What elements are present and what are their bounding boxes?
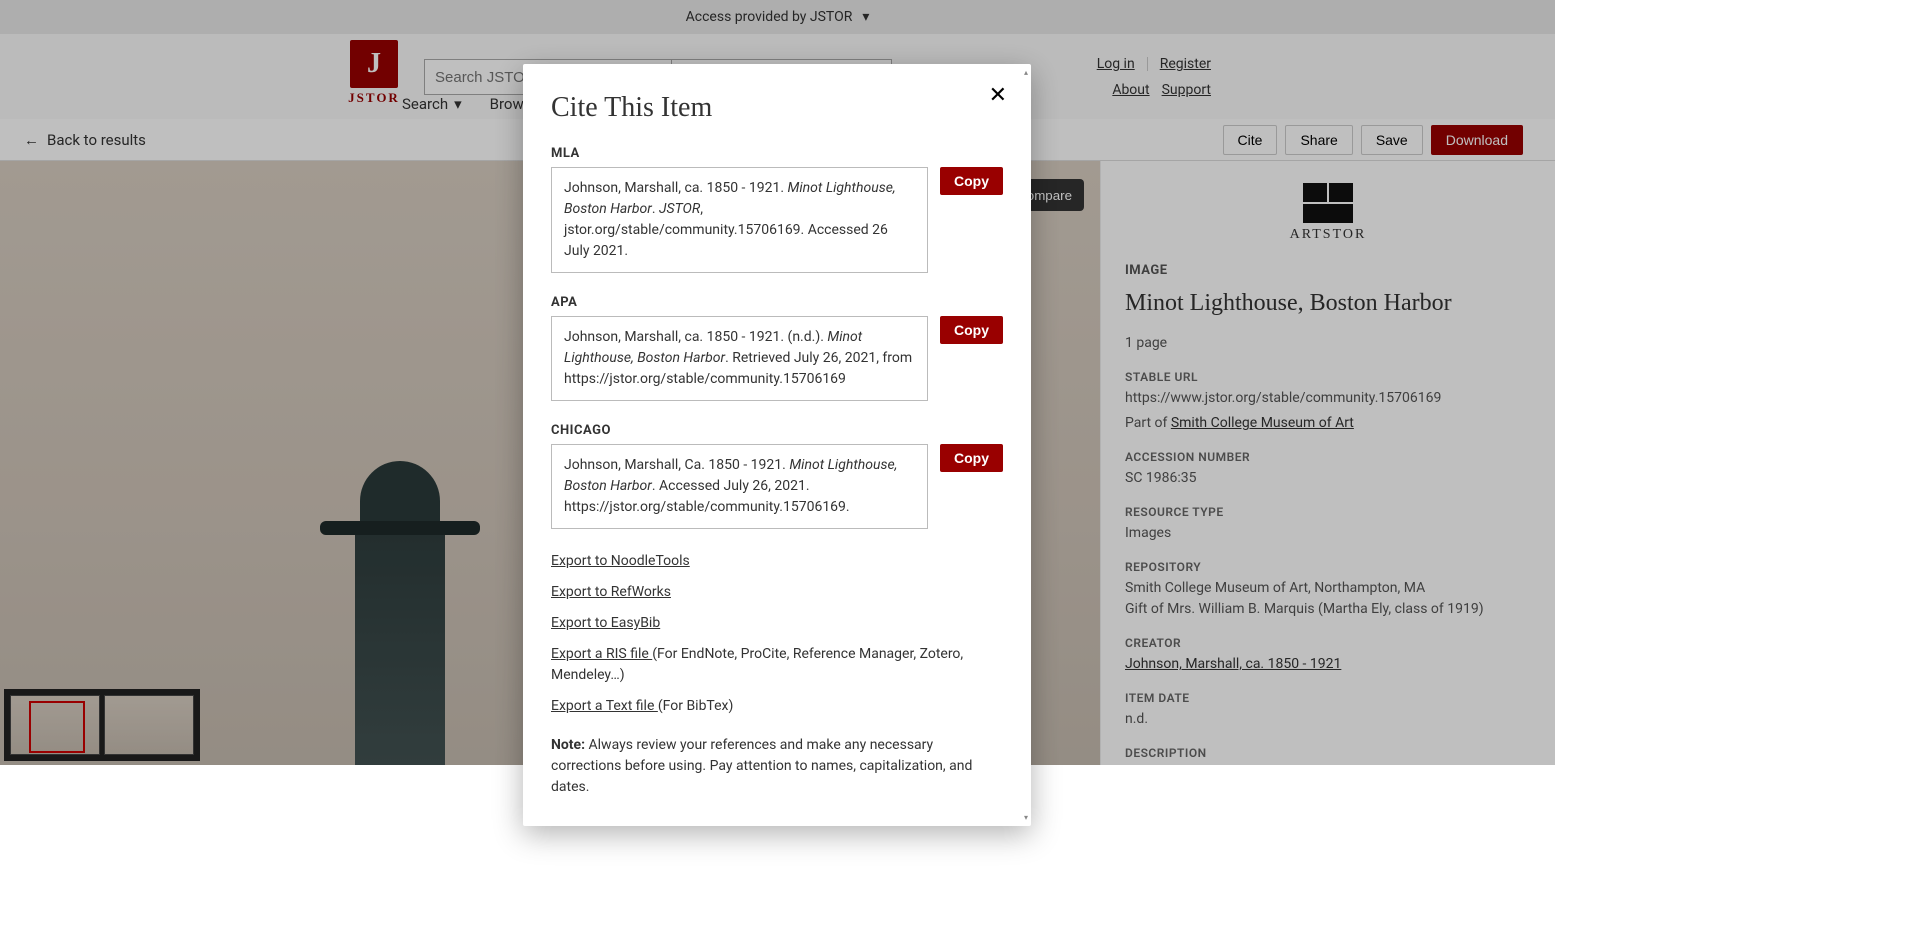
- artstor-logo[interactable]: ARTSTOR: [1278, 183, 1378, 243]
- chevron-down-icon: ▾: [862, 9, 869, 25]
- note-label: Note:: [551, 737, 589, 753]
- description-label: DESCRIPTION: [1125, 746, 1531, 760]
- copy-apa-button[interactable]: Copy: [940, 316, 1003, 344]
- cite-button[interactable]: Cite: [1223, 125, 1278, 155]
- chicago-citation[interactable]: Johnson, Marshall, Ca. 1850 - 1921. Mino…: [551, 444, 928, 529]
- mla-citation[interactable]: Johnson, Marshall, ca. 1850 - 1921. Mino…: [551, 167, 928, 273]
- export-easybib[interactable]: Export to EasyBib: [551, 615, 660, 631]
- note-text: Always review your references and make a…: [551, 737, 972, 795]
- nav-search-label: Search: [402, 95, 448, 113]
- thumbnail-strip: [4, 689, 200, 761]
- arrow-left-icon: ←: [24, 131, 39, 149]
- chicago-author: Johnson, Marshall, Ca. 1850 - 1921.: [564, 457, 789, 473]
- part-of-prefix: Part of: [1125, 415, 1171, 431]
- chicago-label: CHICAGO: [551, 423, 1003, 438]
- export-ris[interactable]: Export a RIS file: [551, 646, 652, 662]
- item-title: Minot Lighthouse, Boston Harbor: [1125, 288, 1531, 319]
- logo-glyph: J: [350, 40, 398, 88]
- artwork-image: [320, 461, 480, 765]
- metadata-sidebar: ARTSTOR IMAGE Minot Lighthouse, Boston H…: [1100, 161, 1555, 765]
- thumbnail-2[interactable]: [104, 695, 194, 755]
- copy-mla-button[interactable]: Copy: [940, 167, 1003, 195]
- item-date-value: n.d.: [1125, 709, 1531, 730]
- mla-author: Johnson, Marshall, ca. 1850 - 1921.: [564, 180, 788, 196]
- artstor-grid-icon: [1303, 183, 1353, 223]
- scroll-down-icon: ▾: [1024, 813, 1028, 822]
- citation-note: Note: Always review your references and …: [551, 735, 1003, 798]
- cite-chicago: CHICAGO Johnson, Marshall, Ca. 1850 - 19…: [551, 423, 1003, 529]
- chevron-down-icon: ▾: [454, 95, 462, 113]
- mla-label: MLA: [551, 146, 1003, 161]
- creator-label: CREATOR: [1125, 636, 1531, 650]
- back-label: Back to results: [47, 131, 146, 149]
- mla-source: JSTOR: [659, 201, 700, 217]
- item-date-label: ITEM DATE: [1125, 691, 1531, 705]
- login-link[interactable]: Log in: [1097, 56, 1135, 72]
- repository-label: REPOSITORY: [1125, 560, 1531, 574]
- collection-link[interactable]: Smith College Museum of Art: [1171, 415, 1354, 431]
- accession-value: SC 1986:35: [1125, 468, 1531, 489]
- register-link[interactable]: Register: [1160, 56, 1211, 72]
- export-refworks[interactable]: Export to RefWorks: [551, 584, 671, 600]
- copy-chicago-button[interactable]: Copy: [940, 444, 1003, 472]
- export-noodletools[interactable]: Export to NoodleTools: [551, 553, 690, 569]
- share-button[interactable]: Share: [1285, 125, 1352, 155]
- page-count: 1 page: [1125, 333, 1531, 354]
- apa-label: APA: [551, 295, 1003, 310]
- logo-text: JSTOR: [348, 90, 400, 106]
- modal-title: Cite This Item: [551, 92, 1003, 124]
- close-icon: ✕: [989, 82, 1007, 107]
- resource-type-label: RESOURCE TYPE: [1125, 505, 1531, 519]
- cite-mla: MLA Johnson, Marshall, ca. 1850 - 1921. …: [551, 146, 1003, 273]
- close-button[interactable]: ✕: [989, 84, 1007, 106]
- stable-url-label: STABLE URL: [1125, 370, 1531, 384]
- export-text-note: (For BibTex): [658, 698, 734, 714]
- access-banner[interactable]: Access provided by JSTOR ▾: [0, 0, 1555, 34]
- creator-value: Johnson, Marshall, ca. 1850 - 1921: [1125, 654, 1531, 675]
- accession-label: ACCESSION NUMBER: [1125, 450, 1531, 464]
- back-to-results[interactable]: ← Back to results: [24, 131, 146, 149]
- resource-type-value: Images: [1125, 523, 1531, 544]
- mla-period: .: [652, 201, 659, 217]
- creator-link[interactable]: Johnson, Marshall, ca. 1850 - 1921: [1125, 656, 1341, 672]
- access-text: Access provided by JSTOR: [686, 9, 853, 25]
- repository-value-2: Gift of Mrs. William B. Marquis (Martha …: [1125, 599, 1531, 620]
- apa-citation[interactable]: Johnson, Marshall, ca. 1850 - 1921. (n.d…: [551, 316, 928, 401]
- cite-apa: APA Johnson, Marshall, ca. 1850 - 1921. …: [551, 295, 1003, 401]
- modal-scrollbar[interactable]: ▴ ▾: [1021, 68, 1031, 822]
- repository-value-1: Smith College Museum of Art, Northampton…: [1125, 578, 1531, 599]
- thumbnail-1[interactable]: [10, 695, 100, 755]
- nav-search[interactable]: Search ▾: [402, 95, 462, 113]
- download-button[interactable]: Download: [1431, 125, 1523, 155]
- stable-url-value: https://www.jstor.org/stable/community.1…: [1125, 388, 1531, 409]
- apa-author: Johnson, Marshall, ca. 1850 - 1921. (n.d…: [564, 329, 827, 345]
- save-button[interactable]: Save: [1361, 125, 1423, 155]
- jstor-logo[interactable]: J JSTOR: [344, 40, 404, 114]
- cite-modal: ▴ ▾ ✕ Cite This Item MLA Johnson, Marsha…: [523, 64, 1031, 826]
- artstor-text: ARTSTOR: [1290, 227, 1367, 243]
- export-text[interactable]: Export a Text file: [551, 698, 658, 714]
- export-list: Export to NoodleTools Export to RefWorks…: [551, 551, 1003, 717]
- part-of: Part of Smith College Museum of Art: [1125, 413, 1531, 434]
- divider: [1147, 57, 1148, 71]
- image-type-label: IMAGE: [1125, 263, 1531, 278]
- scroll-up-icon: ▴: [1024, 68, 1028, 77]
